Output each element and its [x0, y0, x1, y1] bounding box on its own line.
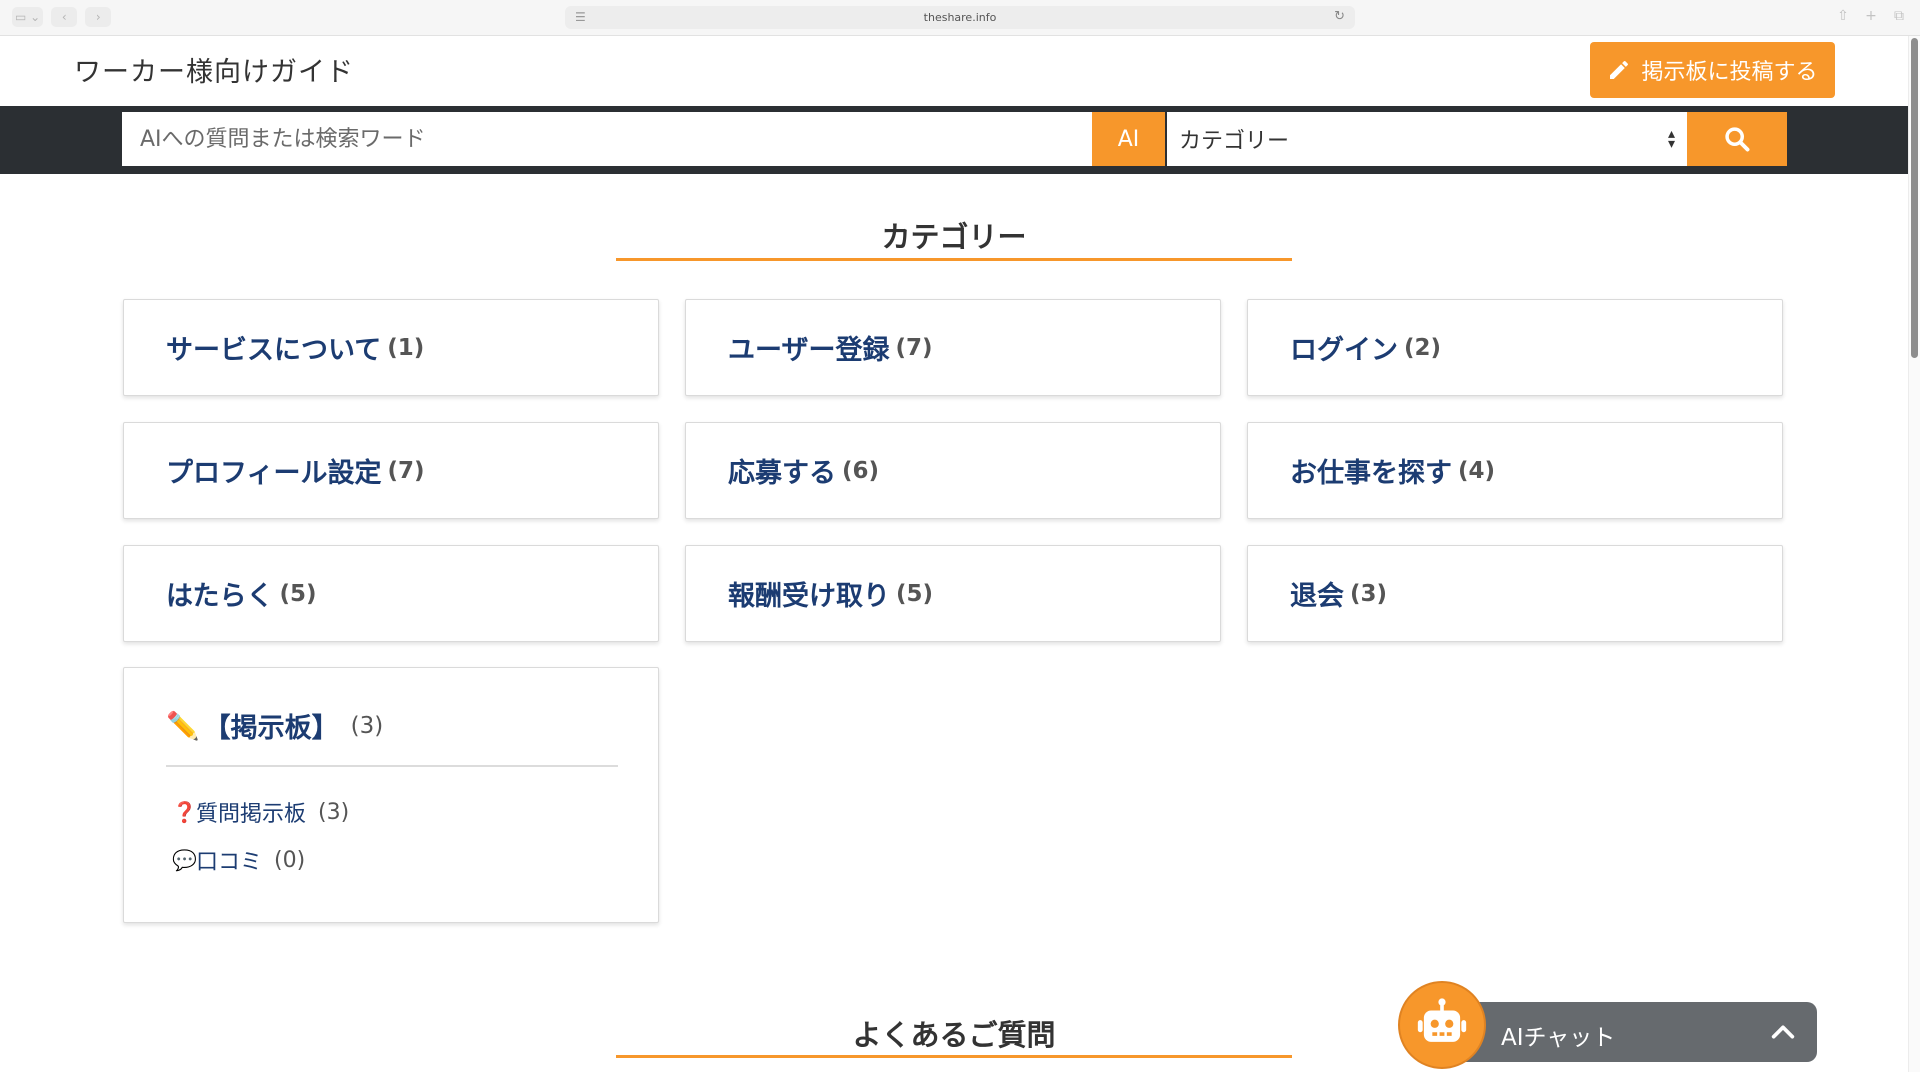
question-mark-icon: ❓ [172, 800, 197, 824]
search-bar: AI カテゴリー ▴▾ [0, 106, 1908, 174]
category-name: サービスについて [166, 335, 382, 366]
category-count: (5) [279, 580, 317, 607]
select-arrows-icon: ▴ ▾ [1667, 126, 1675, 152]
robot-icon [1417, 998, 1467, 1042]
speech-bubble-icon: 💬 [172, 848, 197, 872]
chevron-up-icon [1771, 1025, 1795, 1039]
category-count: (7) [895, 334, 933, 361]
board-header[interactable]: ✏️ 【掲示板】 (3) [166, 706, 383, 745]
ai-chat-label: AIチャット [1501, 1025, 1616, 1051]
category-card-payment[interactable]: 報酬受け取り (5) [685, 545, 1221, 642]
board-item-count: (3) [318, 799, 350, 825]
browser-toolbar: ▭ ⌄ ‹ › ☰ theshare.info ↻ ⇧ + ⧉ [0, 0, 1920, 36]
new-tab-icon[interactable]: + [1862, 7, 1880, 25]
pencil-icon [1610, 60, 1629, 79]
category-card-work[interactable]: はたらく (5) [123, 545, 659, 642]
category-card-profile-settings[interactable]: プロフィール設定 (7) [123, 422, 659, 519]
category-card-login[interactable]: ログイン (2) [1247, 299, 1783, 396]
board-item-label: 質問掲示板 [196, 802, 307, 827]
category-name: はたらく [166, 581, 274, 612]
page-scrollbar-thumb[interactable] [1911, 38, 1918, 358]
tabs-overview-icon[interactable]: ⧉ [1890, 7, 1908, 25]
browser-left-controls: ▭ ⌄ ‹ › [12, 7, 112, 27]
board-count: (3) [350, 712, 384, 739]
category-card-apply[interactable]: 応募する (6) [685, 422, 1221, 519]
post-to-board-button[interactable]: 掲示板に投稿する [1590, 42, 1835, 98]
category-card-withdraw[interactable]: 退会 (3) [1247, 545, 1783, 642]
ai-chat-toggle[interactable]: AIチャット [1443, 1002, 1817, 1062]
category-select[interactable]: カテゴリー ▴ ▾ [1167, 112, 1687, 166]
share-icon[interactable]: ⇧ [1834, 7, 1852, 25]
address-bar[interactable]: ☰ theshare.info ↻ [565, 6, 1355, 29]
search-icon [1725, 127, 1750, 152]
sidebar-toggle-icon[interactable]: ▭ ⌄ [12, 7, 44, 27]
category-card-find-work[interactable]: お仕事を探す (4) [1247, 422, 1783, 519]
category-name: ユーザー登録 [728, 335, 890, 366]
categories-heading: カテゴリー [881, 220, 1027, 254]
category-name: プロフィール設定 [166, 458, 382, 489]
faq-heading: よくあるご質問 [852, 1018, 1056, 1052]
address-text: theshare.info [923, 11, 997, 24]
ai-search-button[interactable]: AI [1092, 112, 1165, 166]
category-count: (2) [1404, 334, 1442, 361]
category-count: (4) [1458, 457, 1496, 484]
board-item-label: 口コミ [196, 850, 263, 875]
category-count: (7) [387, 457, 425, 484]
back-icon[interactable]: ‹ [51, 7, 78, 27]
category-name: 退会 [1290, 581, 1344, 612]
categories-heading-underline [616, 258, 1292, 261]
browser-right-controls: ⇧ + ⧉ [1834, 7, 1908, 25]
category-card-user-registration[interactable]: ユーザー登録 (7) [685, 299, 1221, 396]
category-name: ログイン [1290, 335, 1398, 366]
reload-icon[interactable]: ↻ [1334, 9, 1345, 24]
post-button-label: 掲示板に投稿する [1641, 60, 1818, 85]
reader-icon[interactable]: ☰ [575, 10, 586, 24]
board-item-count: (0) [274, 847, 306, 873]
category-count: (6) [842, 457, 880, 484]
category-name: お仕事を探す [1290, 458, 1452, 489]
board-card: ✏️ 【掲示板】 (3) ❓ 質問掲示板 (3) 💬 口コミ (0) [123, 667, 659, 923]
category-name: 報酬受け取り [728, 581, 890, 612]
search-input[interactable] [122, 112, 1092, 166]
search-button[interactable] [1687, 112, 1787, 166]
board-item-reviews[interactable]: 💬 口コミ (0) [172, 844, 305, 876]
ai-chat-avatar[interactable] [1398, 981, 1486, 1069]
category-count: (5) [896, 580, 934, 607]
category-card-service[interactable]: サービスについて (1) [123, 299, 659, 396]
site-title[interactable]: ワーカー様向けガイド [74, 50, 354, 89]
pencil-icon: ✏️ [166, 710, 200, 742]
board-divider [166, 765, 618, 767]
forward-icon[interactable]: › [85, 7, 112, 27]
category-name: 応募する [728, 458, 836, 489]
category-select-value: カテゴリー [1179, 129, 1290, 154]
board-name: 【掲示板】 [203, 713, 339, 744]
board-item-questions[interactable]: ❓ 質問掲示板 (3) [172, 796, 349, 828]
faq-heading-underline [616, 1055, 1292, 1058]
category-count: (1) [387, 334, 425, 361]
category-count: (3) [1350, 580, 1388, 607]
